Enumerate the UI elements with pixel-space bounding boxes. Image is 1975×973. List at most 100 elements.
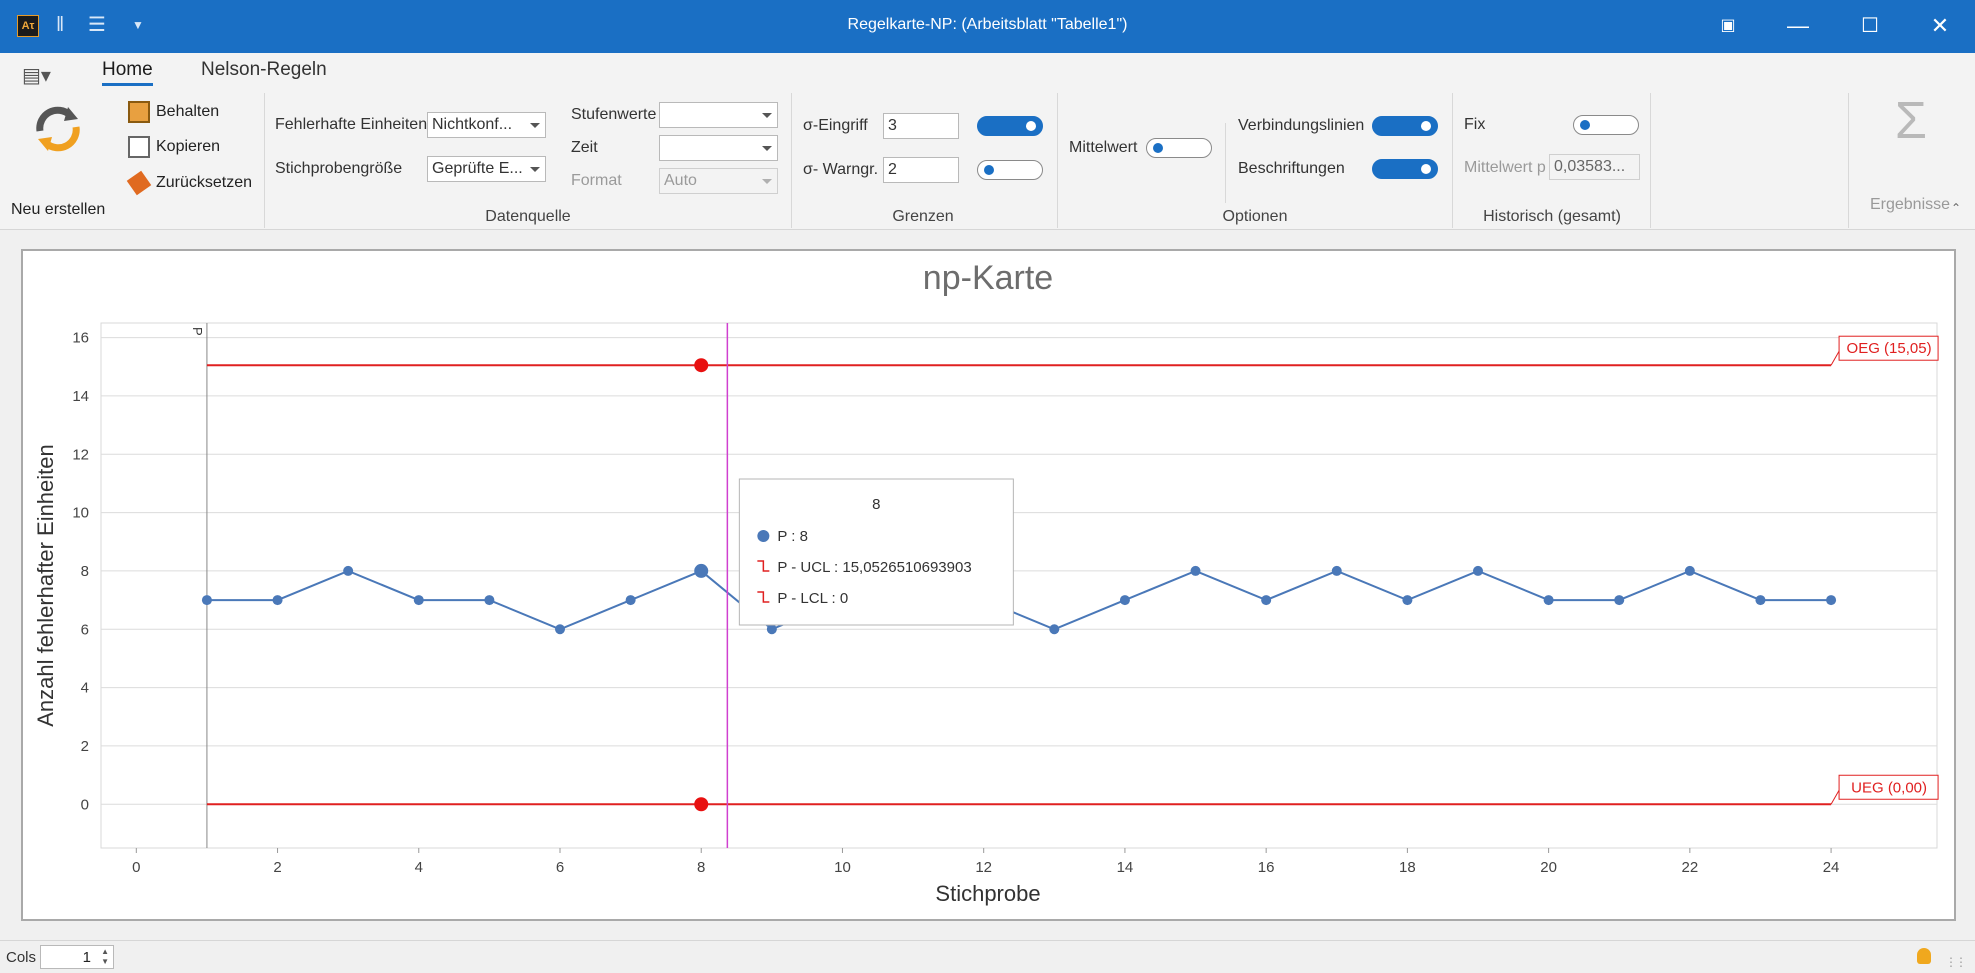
kopieren-button[interactable]: Kopieren	[128, 136, 220, 158]
data-point	[413, 595, 424, 606]
title-bar: Aτ ‖ ☰ ▼ Regelkarte-NP: (Arbeitsblatt "T…	[0, 0, 1975, 53]
data-point	[766, 624, 777, 635]
data-point	[1543, 595, 1554, 606]
sigma-warngr-label: σ- Warngr.	[803, 161, 879, 178]
x-tick-label: 22	[1682, 859, 1699, 876]
data-point	[625, 595, 636, 606]
data-point	[1755, 595, 1766, 606]
x-tick-label: 6	[556, 859, 564, 876]
verbindungslinien-toggle[interactable]	[1372, 116, 1438, 136]
separator	[791, 93, 792, 228]
lightbulb-icon[interactable]	[1917, 948, 1931, 964]
chevron-up-icon[interactable]: ▲	[101, 947, 109, 956]
sigma-eingriff-label: σ-Eingriff	[803, 117, 868, 134]
stichprobengroesse-label: Stichprobengröße	[275, 160, 403, 177]
tooltip-p-value: P : 8	[777, 528, 808, 545]
tooltip-header: 8	[872, 496, 880, 513]
separator	[264, 93, 265, 228]
sigma-warngr-input[interactable]: 2	[883, 157, 959, 183]
format-select[interactable]: Auto	[659, 168, 778, 194]
mittelwert-toggle[interactable]	[1146, 138, 1212, 158]
behalten-label: Behalten	[156, 103, 220, 121]
y-tick-label: 8	[81, 563, 89, 580]
format-value: Auto	[664, 172, 697, 189]
neu-erstellen-label: Neu erstellen	[11, 201, 106, 218]
zuruecksetzen-button[interactable]: Zurücksetzen	[126, 170, 253, 196]
limit-highlight-point	[694, 797, 709, 812]
chevron-down-icon	[762, 113, 772, 118]
minimize-icon[interactable]: —	[1778, 10, 1818, 42]
status-bar: Cols 1 ▲ ▼ ⋮⋮	[0, 940, 1975, 973]
x-tick-label: 24	[1823, 859, 1840, 876]
tooltip-ucl-value: P - UCL : 15,0526510693903	[777, 559, 971, 576]
tab-nelson-regeln[interactable]: Nelson-Regeln	[201, 59, 327, 81]
stufenwerte-select[interactable]	[659, 102, 778, 128]
data-point	[1190, 565, 1201, 576]
fehlerhafte-einheiten-select[interactable]: Nichtkonf...	[427, 112, 546, 138]
zuruecksetzen-label: Zurücksetzen	[156, 174, 253, 192]
window-title: Regelkarte-NP: (Arbeitsblatt "Tabelle1")	[847, 16, 1128, 33]
chevron-down-icon	[762, 146, 772, 151]
separator	[1650, 93, 1651, 228]
data-point	[272, 595, 283, 606]
fehlerhafte-einheiten-label: Fehlerhafte Einheiten	[275, 116, 428, 133]
toggle-knob	[1026, 121, 1036, 131]
x-tick-label: 8	[697, 859, 705, 876]
toggle-knob	[1153, 143, 1163, 153]
ergebnisse-button[interactable]: Σ Ergebnisse	[1856, 95, 1966, 213]
x-axis-title: Stichprobe	[935, 881, 1040, 906]
cols-spinner[interactable]: 1 ▲ ▼	[40, 945, 114, 969]
sigma-eingriff-input[interactable]: 3	[883, 113, 959, 139]
y-tick-label: 10	[72, 505, 89, 522]
stichprobengroesse-select[interactable]: Geprüfte E...	[427, 156, 546, 182]
stufenwerte-label: Stufenwerte	[571, 106, 657, 123]
chart-frame: np-Karte 0 2 4 6 8 10 12 14 16 0 2 4 6 8 10 12 14 16 18 20 22…	[21, 249, 1956, 921]
chevron-down-icon	[762, 179, 772, 184]
resize-grip-icon[interactable]: ⋮⋮	[1945, 955, 1967, 969]
file-menu-icon[interactable]: ▤▾	[22, 63, 51, 88]
datenquelle-group-title: Datenquelle	[485, 208, 571, 225]
tab-home[interactable]: Home	[102, 59, 153, 86]
x-tick-label: 20	[1540, 859, 1557, 876]
beschriftungen-toggle[interactable]	[1372, 159, 1438, 179]
phase-label: P	[190, 327, 205, 336]
cols-value: 1	[82, 949, 91, 966]
ucl-label: OEG (15,05)	[1847, 340, 1932, 357]
close-icon[interactable]: ✕	[1920, 10, 1960, 42]
x-tick-label: 10	[834, 859, 851, 876]
x-tick-label: 14	[1117, 859, 1134, 876]
mittelwert-p-input[interactable]: 0,03583...	[1549, 154, 1640, 180]
x-tick-label: 16	[1258, 859, 1275, 876]
sigma-warngr-toggle[interactable]	[977, 160, 1043, 180]
chart-title: np-Karte	[923, 259, 1053, 297]
zeit-label: Zeit	[571, 139, 598, 156]
chevron-down-icon[interactable]: ▼	[101, 957, 109, 966]
chevron-down-icon	[530, 167, 540, 172]
fix-toggle[interactable]	[1573, 115, 1639, 135]
verbindungslinien-label: Verbindungslinien	[1238, 117, 1365, 134]
y-tick-label: 2	[81, 738, 89, 755]
copy-icon	[128, 136, 150, 158]
optionen-group-title: Optionen	[1222, 208, 1288, 225]
chevron-down-icon	[530, 123, 540, 128]
plot-area	[100, 322, 1938, 849]
kopieren-label: Kopieren	[156, 138, 221, 156]
separator	[1848, 93, 1849, 228]
data-point	[1614, 595, 1625, 606]
sigma-eingriff-toggle[interactable]	[977, 116, 1043, 136]
x-tick-label: 0	[132, 859, 140, 876]
maximize-icon[interactable]: ☐	[1850, 10, 1890, 42]
separator	[1057, 93, 1058, 228]
np-chart[interactable]: np-Karte02468101214160 2 4 6 8 10 12 14 16 18 20 22…	[23, 251, 1954, 919]
neu-erstellen-button[interactable]: Neu erstellen	[6, 97, 110, 218]
restore-icon[interactable]: ▣	[1708, 10, 1748, 42]
zeit-select[interactable]	[659, 135, 778, 161]
data-point	[201, 595, 212, 606]
behalten-button[interactable]: Behalten	[128, 101, 219, 123]
data-point	[484, 595, 495, 606]
cols-label: Cols	[6, 949, 37, 966]
toggle-knob	[1580, 120, 1590, 130]
fehlerhafte-einheiten-value: Nichtkonf...	[432, 116, 513, 133]
y-tick-label: 12	[72, 446, 89, 463]
collapse-ribbon-icon[interactable]: ⌃	[1951, 201, 1961, 215]
